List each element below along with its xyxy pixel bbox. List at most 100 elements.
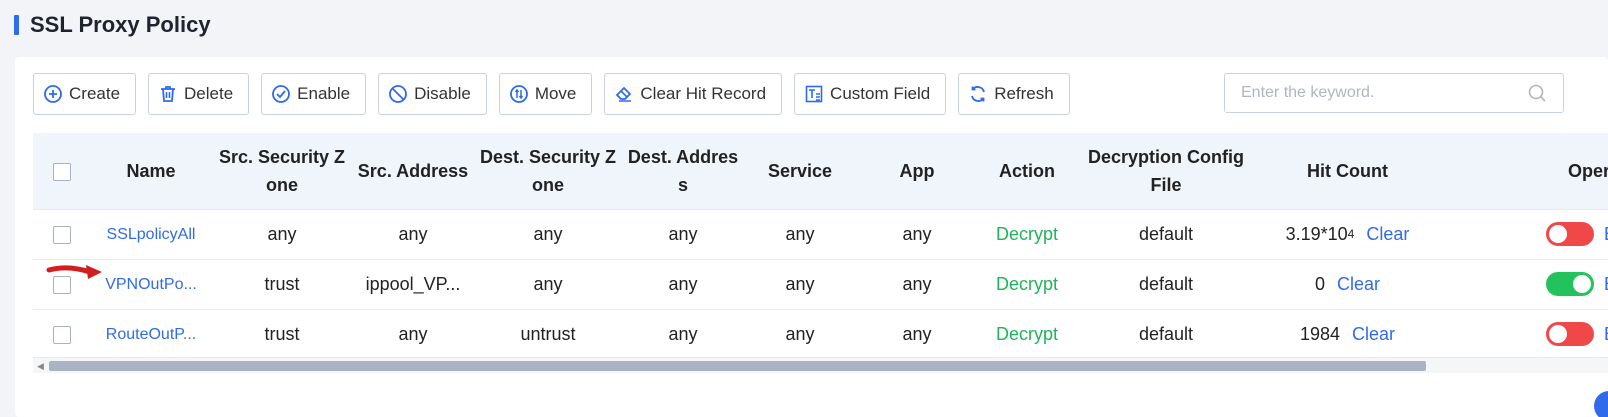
move-button[interactable]: Move <box>498 73 593 115</box>
ban-icon <box>389 85 408 103</box>
header-dest-zone[interactable]: Dest. Security Zone <box>473 133 623 209</box>
create-label: Create <box>69 84 121 103</box>
header-dest-address[interactable]: Dest. Address <box>623 133 743 209</box>
create-button[interactable]: Create <box>33 73 137 115</box>
select-all-checkbox[interactable] <box>53 163 71 181</box>
header-src-address[interactable]: Src. Address <box>353 133 473 209</box>
cell-src-address: ippool_VP... <box>353 259 473 309</box>
toggle-knob <box>1549 325 1567 343</box>
table-row[interactable]: SSLpolicyAll any any any any any any Dec… <box>33 209 1608 259</box>
cell-app: any <box>902 323 932 344</box>
delete-label: Delete <box>184 84 234 103</box>
header-action[interactable]: Action <box>977 133 1077 209</box>
cell-app: any <box>902 273 932 294</box>
cell-src-zone: trust <box>264 323 300 344</box>
edit-link[interactable]: E <box>1604 324 1608 344</box>
cell-action: Decrypt <box>995 273 1058 294</box>
scroll-left-arrow-icon[interactable]: ◀ <box>37 361 44 372</box>
header-decryption-config[interactable]: Decryption Config File <box>1077 133 1255 209</box>
toggle-knob <box>1549 225 1567 243</box>
header-src-zone[interactable]: Src. Security Zone <box>211 133 353 209</box>
move-label: Move <box>534 84 577 103</box>
search-icon[interactable] <box>1527 83 1547 103</box>
clear-hit-link[interactable]: Clear <box>1366 224 1409 245</box>
delete-button[interactable]: Delete <box>148 73 250 115</box>
cell-decryption-config: default <box>1138 273 1194 294</box>
horizontal-scrollbar[interactable]: ◀ <box>33 357 1608 373</box>
row-checkbox[interactable] <box>53 225 71 244</box>
cell-src-zone: trust <box>264 273 300 294</box>
refresh-icon <box>971 86 986 102</box>
cell-dest-address: any <box>668 323 698 344</box>
row-checkbox[interactable] <box>53 275 71 294</box>
enable-button[interactable]: Enable <box>261 73 367 115</box>
cell-hit-count: 3.19*10 4 Clear <box>1255 209 1440 259</box>
cell-operation: E <box>1440 259 1608 309</box>
table-header-row: Name Src. Security Zone Src. Address Des… <box>33 133 1608 209</box>
disable-label: Disable <box>414 84 471 103</box>
cell-src-address: any <box>398 223 428 244</box>
table-row[interactable]: RouteOutP... trust any untrust any any a… <box>33 309 1608 359</box>
enable-toggle[interactable] <box>1546 322 1594 346</box>
cell-dest-zone: any <box>533 223 563 244</box>
cell-operation: E <box>1440 209 1608 259</box>
row-checkbox[interactable] <box>53 325 71 344</box>
cell-decryption-config: default <box>1138 223 1194 244</box>
policy-name-link[interactable]: RouteOutP... <box>106 326 196 344</box>
cell-hit-count: 0 Clear <box>1255 259 1440 309</box>
move-icon <box>509 85 528 103</box>
cell-dest-address: any <box>668 223 698 244</box>
clear-hit-record-button[interactable]: Clear Hit Record <box>604 73 783 115</box>
search-input[interactable] <box>1225 74 1527 112</box>
search-box <box>1224 73 1564 113</box>
header-service[interactable]: Service <box>743 133 857 209</box>
trash-icon <box>161 86 176 102</box>
enable-toggle[interactable] <box>1546 272 1594 296</box>
toolbar: Create Delete Enable Disable Move Clear … <box>33 73 1082 115</box>
hit-count-value: 0 <box>1314 273 1325 294</box>
cell-action: Decrypt <box>995 223 1058 244</box>
cell-action: Decrypt <box>995 323 1058 344</box>
cell-app: any <box>902 223 932 244</box>
cell-service: any <box>785 223 815 244</box>
cell-src-address: any <box>398 323 428 344</box>
page-title: SSL Proxy Policy <box>30 12 211 37</box>
cell-decryption-config: default <box>1138 323 1194 344</box>
clear-hit-link[interactable]: Clear <box>1352 324 1395 345</box>
cell-dest-address: any <box>668 273 698 294</box>
header-name[interactable]: Name <box>91 133 211 209</box>
enable-label: Enable <box>297 84 351 103</box>
policy-table: Name Src. Security Zone Src. Address Des… <box>33 133 1608 373</box>
cell-hit-count: 1984 Clear <box>1255 309 1440 359</box>
hit-count-exponent: 4 <box>1347 227 1355 241</box>
policy-name-link[interactable]: VPNOutPo... <box>105 276 197 294</box>
refresh-button[interactable]: Refresh <box>958 73 1070 115</box>
header-app[interactable]: App <box>857 133 977 209</box>
edit-link[interactable]: E <box>1604 274 1608 294</box>
disable-button[interactable]: Disable <box>378 73 487 115</box>
edit-link[interactable]: E <box>1604 224 1608 244</box>
header-hit-count[interactable]: Hit Count <box>1255 133 1440 209</box>
hit-count-value: 3.19*10 <box>1285 223 1348 244</box>
plus-circle-icon <box>44 85 62 103</box>
title-accent-bar <box>14 15 19 35</box>
hit-count-value: 1984 <box>1299 323 1341 344</box>
custom-field-icon <box>805 85 823 103</box>
cell-operation: E <box>1440 309 1608 359</box>
table-row[interactable]: VPNOutPo... trust ippool_VP... any any a… <box>33 259 1608 309</box>
custom-field-button[interactable]: Custom Field <box>794 73 947 115</box>
scroll-thumb[interactable] <box>49 361 1426 371</box>
policy-name-link[interactable]: SSLpolicyAll <box>107 226 196 244</box>
cell-dest-zone: any <box>533 273 563 294</box>
cell-dest-zone: untrust <box>520 323 576 344</box>
clear-hit-record-label: Clear Hit Record <box>640 84 767 103</box>
cell-service: any <box>785 323 815 344</box>
cell-src-zone: any <box>267 223 297 244</box>
page-header: SSL Proxy Policy <box>14 12 211 38</box>
clear-hit-link[interactable]: Clear <box>1337 274 1380 295</box>
header-operation: Oper <box>1568 160 1608 181</box>
enable-toggle[interactable] <box>1546 222 1594 246</box>
refresh-label: Refresh <box>994 84 1054 103</box>
toggle-knob <box>1573 275 1591 293</box>
custom-field-label: Custom Field <box>830 84 931 103</box>
